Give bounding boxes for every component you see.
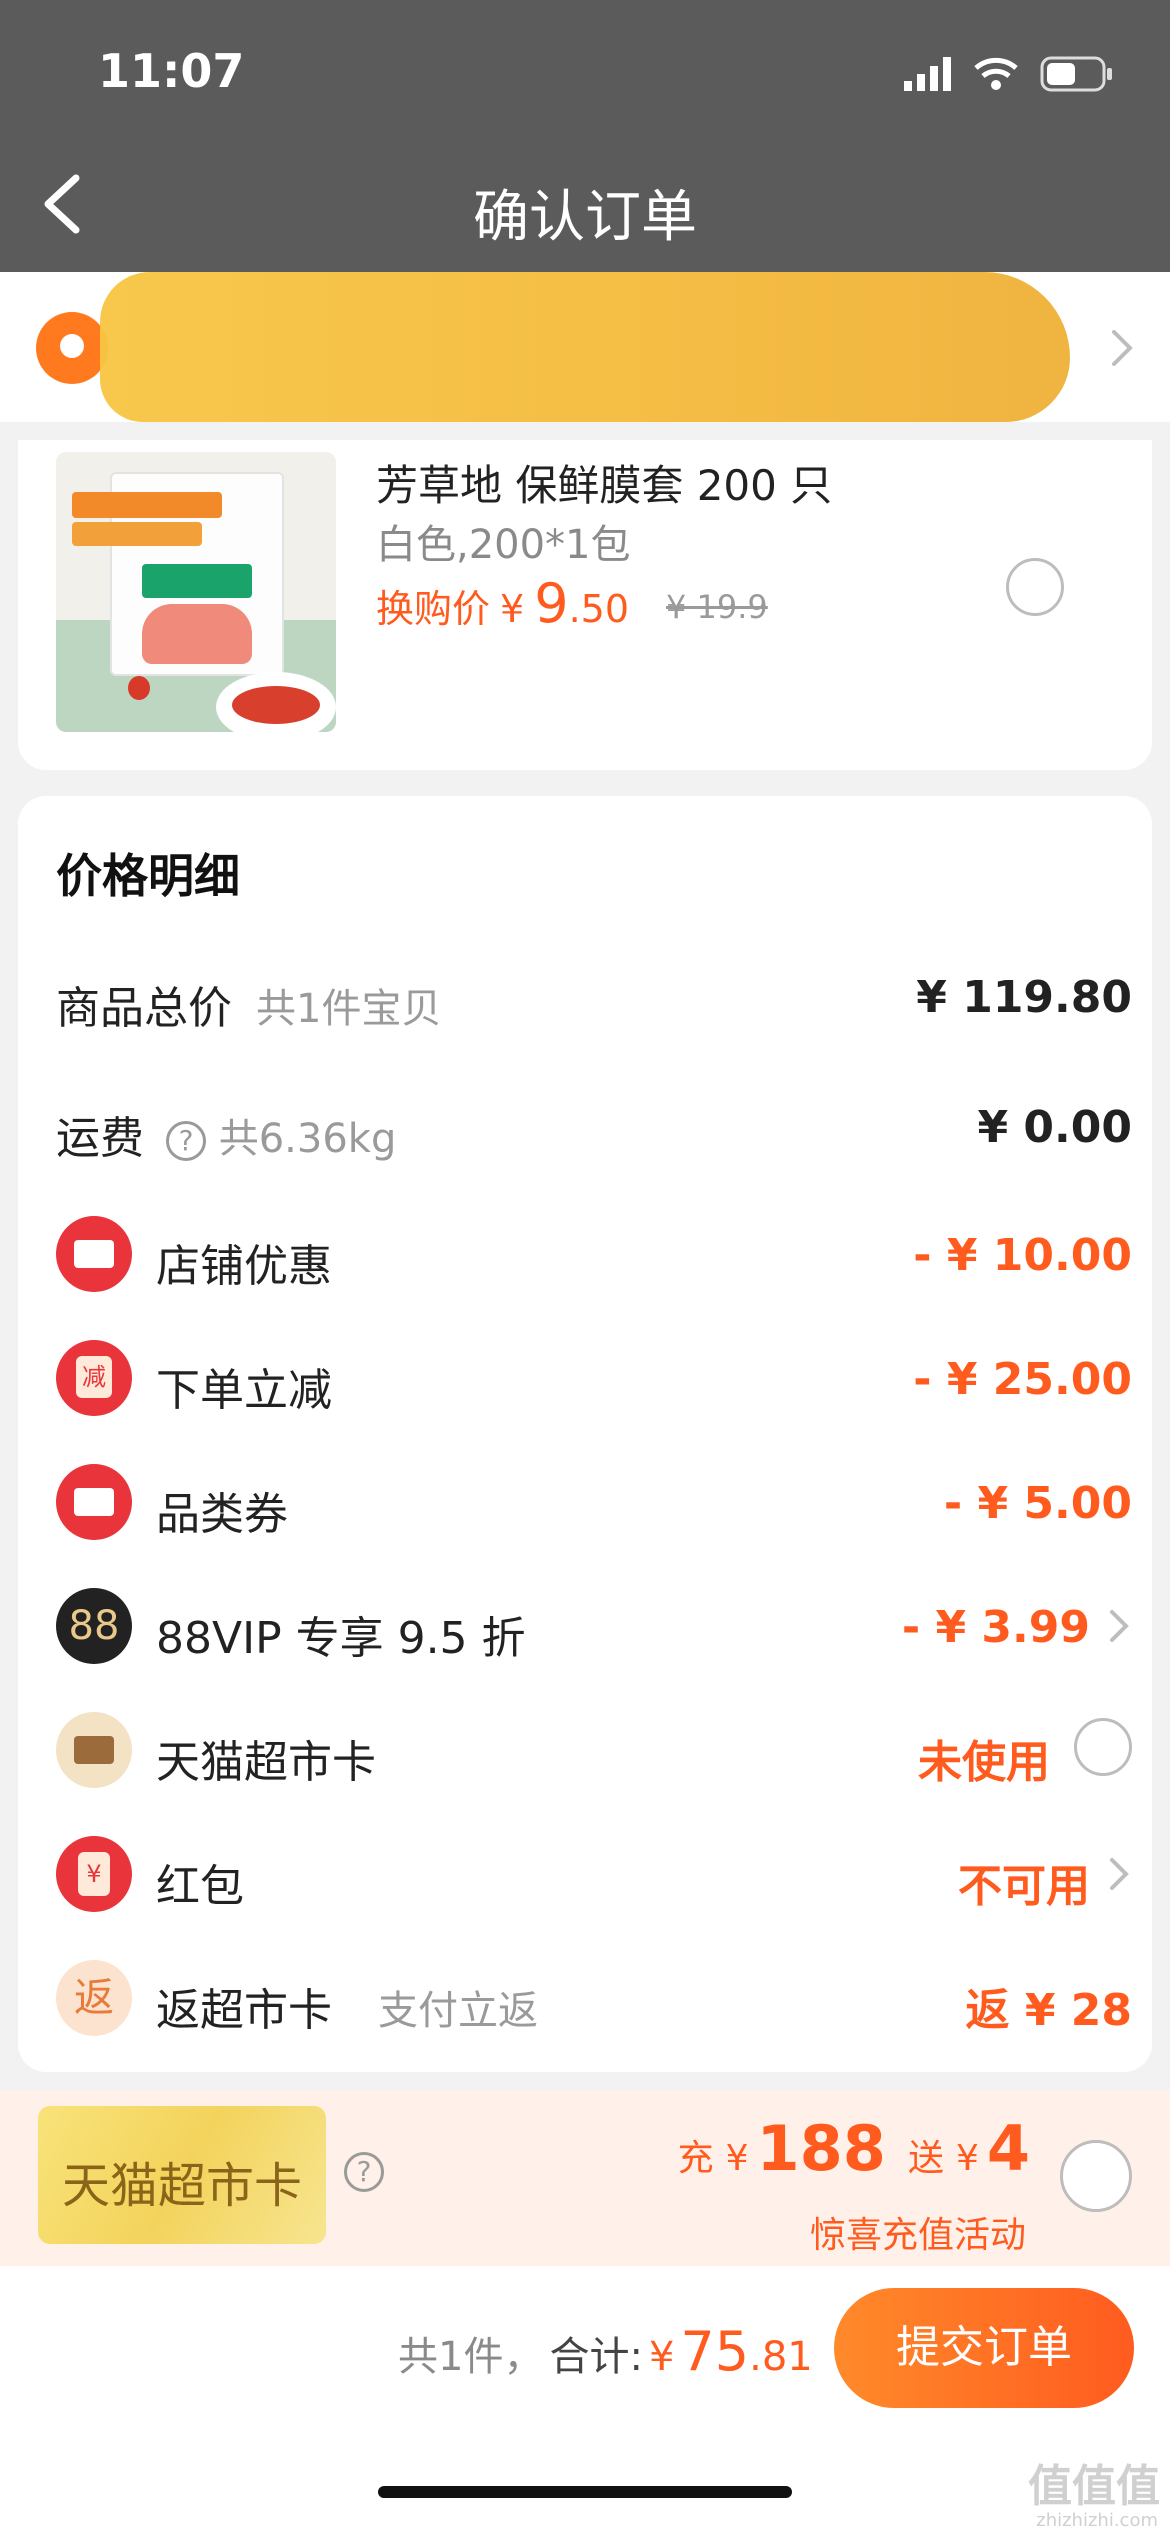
product-select-radio[interactable] <box>1006 558 1064 616</box>
product-name: 芳草地 保鲜膜套 200 只 <box>376 461 833 510</box>
product-image[interactable] <box>56 452 336 732</box>
gift-amount: 4 <box>986 2112 1030 2185</box>
vip-value: - ¥ 3.99 <box>901 1602 1090 1653</box>
top-bar: 11:07 确认订单 <box>0 0 1170 272</box>
location-pin-icon <box>36 312 108 384</box>
row-vip[interactable]: 88 88VIP 专享 9.5 折 - ¥ 3.99 <box>56 1588 1132 1664</box>
total-label: 合计: <box>549 2334 643 2380</box>
charge-prefix: 充 <box>677 2138 714 2179</box>
rebate-label: 返超市卡 <box>156 1985 332 2036</box>
price-currency: ¥ <box>500 587 525 631</box>
home-indicator[interactable] <box>378 2486 792 2498</box>
question-icon[interactable]: ? <box>166 1121 206 1161</box>
original-price: ¥ 19.9 <box>666 588 768 626</box>
card-icon <box>56 1712 132 1788</box>
promo-subtitle: 惊喜充值活动 <box>809 2215 1026 2256</box>
charge-amount: 188 <box>756 2112 886 2185</box>
total-decimal: .81 <box>749 2334 813 2380</box>
row-order-cut[interactable]: 下单立减 - ¥ 25.00 <box>56 1340 1132 1416</box>
promo-select-radio[interactable] <box>1060 2140 1132 2212</box>
tmall-card-radio[interactable] <box>1074 1718 1132 1776</box>
category-coupon-label: 品类券 <box>156 1489 288 1540</box>
goods-total-label: 商品总价 <box>56 983 232 1034</box>
row-shipping: 运费 ? 共6.36kg ¥ 0.00 <box>56 1092 1133 1164</box>
chevron-right-icon <box>1110 1610 1129 1642</box>
chevron-right-icon <box>1110 1858 1129 1890</box>
chevron-right-icon <box>1112 330 1133 366</box>
discount-icon <box>56 1340 132 1416</box>
row-tmall-card[interactable]: 天猫超市卡 未使用 <box>56 1712 1132 1788</box>
row-rebate: 返 返超市卡 支付立返 返 ¥ 28 <box>56 1960 1132 2036</box>
price-decimal: .50 <box>568 587 629 631</box>
goods-total-value: ¥ 119.80 <box>916 972 1132 1023</box>
address-redacted <box>100 272 1070 422</box>
item-count: 共1件， <box>398 2334 544 2380</box>
recharge-promo-banner: 天猫超市卡 ? 充 ¥ 188 送 ¥ 4 惊喜充值活动 <box>0 2090 1170 2266</box>
coupon-icon <box>56 1464 132 1540</box>
category-coupon-value: - ¥ 5.00 <box>943 1478 1132 1529</box>
red-packet-label: 红包 <box>156 1861 244 1912</box>
tmall-card-text: 天猫超市卡 <box>61 2158 302 2214</box>
watermark: 值值值 <box>1028 2461 1160 2512</box>
battery-icon <box>1040 56 1112 92</box>
rebate-sub: 支付立返 <box>378 1988 538 2034</box>
gift-currency: ¥ <box>955 2138 979 2179</box>
order-cut-label: 下单立减 <box>156 1365 332 1416</box>
tmall-card-label: 天猫超市卡 <box>156 1737 376 1788</box>
gift-prefix: 送 <box>907 2138 944 2179</box>
product-card: 芳草地 保鲜膜套 200 只 白色,200*1包 换购价 ¥ 9.50 ¥ 19… <box>18 440 1152 770</box>
status-icons <box>904 52 1114 96</box>
red-packet-icon <box>56 1836 132 1912</box>
recharge-offer: 充 ¥ 188 送 ¥ 4 <box>678 2112 1030 2185</box>
watermark-domain: zhizhizhi.com <box>1036 2510 1158 2531</box>
checkout-bar: 共1件， 合计: ¥ 75.81 提交订单 值值值 zhizhizhi.com <box>0 2266 1170 2532</box>
tmall-card-image: 天猫超市卡 <box>38 2106 326 2244</box>
order-total: 共1件， 合计: ¥ 75.81 <box>398 2320 813 2383</box>
address-bar[interactable] <box>0 272 1170 422</box>
product-spec: 白色,200*1包 <box>376 522 631 568</box>
rebate-icon: 返 <box>56 1960 132 2036</box>
product-price: 换购价 ¥ 9.50 <box>376 572 629 635</box>
coupon-icon <box>56 1216 132 1292</box>
red-packet-value: 不可用 <box>958 1861 1090 1912</box>
row-shop-discount[interactable]: 店铺优惠 - ¥ 10.00 <box>56 1216 1132 1292</box>
rebate-value: 返 ¥ 28 <box>965 1985 1132 2036</box>
wifi-icon <box>974 57 1018 90</box>
vip-88-icon: 88 <box>56 1588 132 1664</box>
detail-title: 价格明细 <box>56 849 240 903</box>
tmall-card-value: 未使用 <box>918 1737 1050 1788</box>
order-cut-value: - ¥ 25.00 <box>913 1354 1132 1405</box>
row-category-coupon[interactable]: 品类券 - ¥ 5.00 <box>56 1464 1132 1540</box>
row-goods-total: 商品总价 共1件宝贝 ¥ 119.80 <box>56 962 1132 1034</box>
vip-label: 88VIP 专享 9.5 折 <box>156 1613 526 1664</box>
question-icon[interactable]: ? <box>344 2152 384 2192</box>
signal-icon <box>904 57 951 91</box>
goods-total-sub: 共1件宝贝 <box>256 986 442 1032</box>
total-currency: ¥ <box>648 2334 675 2380</box>
price-detail-card: 价格明细 商品总价 共1件宝贝 ¥ 119.80 运费 ? 共6.36kg ¥ … <box>18 796 1152 2072</box>
shipping-sub: 共6.36kg <box>218 1116 397 1162</box>
row-red-packet[interactable]: 红包 不可用 <box>56 1836 1132 1912</box>
shipping-label: 运费 <box>56 1113 144 1164</box>
price-label: 换购价 <box>376 587 491 631</box>
submit-order-button[interactable]: 提交订单 <box>834 2288 1134 2408</box>
charge-currency: ¥ <box>725 2138 749 2179</box>
shipping-value: ¥ 0.00 <box>977 1102 1133 1153</box>
status-time: 11:07 <box>98 44 245 98</box>
price-integer: 9 <box>534 572 569 635</box>
shop-discount-label: 店铺优惠 <box>156 1241 332 1292</box>
shop-discount-value: - ¥ 10.00 <box>913 1230 1132 1281</box>
total-integer: 75 <box>680 2320 750 2383</box>
page-title: 确认订单 <box>473 185 697 250</box>
